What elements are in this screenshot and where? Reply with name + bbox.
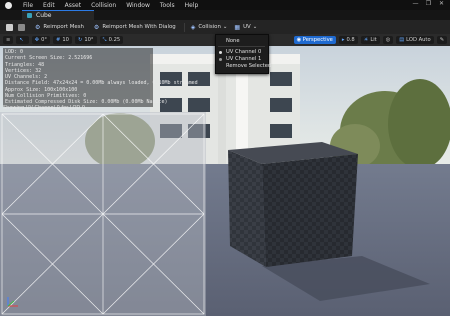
close-button[interactable]: ✕ [435,0,448,7]
grid-snap-button[interactable]: #10 [52,36,72,44]
menu-file[interactable]: File [23,2,33,9]
select-mode-button[interactable]: ↖ [16,36,29,44]
cursor-icon: ↖ [19,37,24,43]
grid-icon: # [55,37,61,43]
translate-snap-button[interactable]: ✥ 0° [31,36,50,44]
reimport-mesh-button[interactable]: ⚙ Reimport Mesh [35,24,84,31]
uv-icon: ▦ [234,23,241,31]
axis-gizmo-icon [7,297,18,307]
reimport-dialog-icon: ⚙ [93,23,100,31]
reimport-icon: ⚙ [35,23,41,31]
collision-dropdown[interactable]: ◈ Collision ⌄ [191,24,228,31]
viewport[interactable]: LOD: 0 Current Screen Size: 2.521696 Tri… [0,46,450,316]
window-controls: — ❐ ✕ [409,0,448,7]
radio-selected-icon [219,51,222,54]
collision-icon: ◈ [190,23,196,31]
perspective-dropdown[interactable]: ◉ Perspective [293,36,336,44]
speed-icon: ▸ [341,37,345,43]
move-icon: ✥ [34,37,40,43]
menu-collision[interactable]: Collision [91,2,116,9]
camera-icon: ◉ [296,37,302,43]
save-icon[interactable] [6,23,13,31]
scale-icon: ⤡ [102,36,107,43]
hamburger-menu-button[interactable]: ≡ [3,36,14,44]
main-toolbar: ⚙ Reimport Mesh ⚙ Reimport Mesh With Dia… [0,20,450,35]
lod-icon: ▤ [399,37,405,43]
radio-icon [219,58,222,61]
menu-window[interactable]: Window [126,2,150,9]
stat-line: Distance Field: 47x24x24 = 0.00Mb always… [5,80,198,87]
menu-help[interactable]: Help [185,2,199,9]
uv-dropdown-menu: None UV Channel 0 UV Channel 1 Remove Se… [215,34,271,74]
tab-cube[interactable]: Cube [22,10,94,20]
static-mesh-icon [27,13,32,18]
show-flags-button[interactable]: ◎ [382,36,394,44]
scale-snap-button[interactable]: ⤡ 0.25 [99,36,124,44]
reimport-dialog-button[interactable]: ⚙ Reimport Mesh With Dialog [94,24,176,31]
menu-tools[interactable]: Tools [160,2,175,9]
tab-title: Cube [36,12,52,19]
toolbar-separator [183,22,185,32]
menu-edit[interactable]: Edit [43,2,55,9]
uv-dropdown[interactable]: ▦ UV ⌄ [234,24,257,31]
chevron-down-icon: ⌄ [222,24,228,30]
lod-dropdown[interactable]: ▤ LOD Auto [396,36,434,44]
menu-bar: File Edit Asset Collision Window Tools H… [0,0,450,10]
viewport-options-button[interactable]: ✎ [436,36,447,44]
unreal-logo-icon[interactable] [5,1,12,9]
browse-icon[interactable] [18,23,25,31]
rotate-snap-button[interactable]: ↻ 10° [74,36,97,44]
sun-icon: ☀ [363,37,369,43]
rotate-icon: ↻ [77,37,83,43]
cube-mesh [228,142,358,267]
uv-menu-channel-0[interactable]: UV Channel 0 [226,49,261,55]
menu-separator [218,46,265,47]
uv-menu-remove-selected[interactable]: Remove Selected [226,63,271,69]
settings-icon: ✎ [439,37,444,43]
menu-icon: ≡ [6,37,11,43]
uv-menu-none[interactable]: None [226,38,240,44]
uv-menu-channel-1[interactable]: UV Channel 1 [226,56,261,62]
menu-asset[interactable]: Asset [65,2,81,9]
view-mode-dropdown[interactable]: ☀ Lit [360,36,380,44]
eye-icon: ◎ [385,37,391,43]
uv-overlay-label: Showing UV Channel 0 for LOD 0 [3,105,85,111]
uv-grid [1,113,205,315]
maximize-button[interactable]: ❐ [422,0,435,7]
mesh-stats-overlay: LOD: 0 Current Screen Size: 2.521696 Tri… [3,48,198,107]
chevron-down-icon: ⌄ [252,24,258,30]
camera-speed-dropdown[interactable]: ▸ 0.8 [338,36,358,44]
tab-strip: Cube [0,10,450,20]
minimize-button[interactable]: — [409,0,422,7]
